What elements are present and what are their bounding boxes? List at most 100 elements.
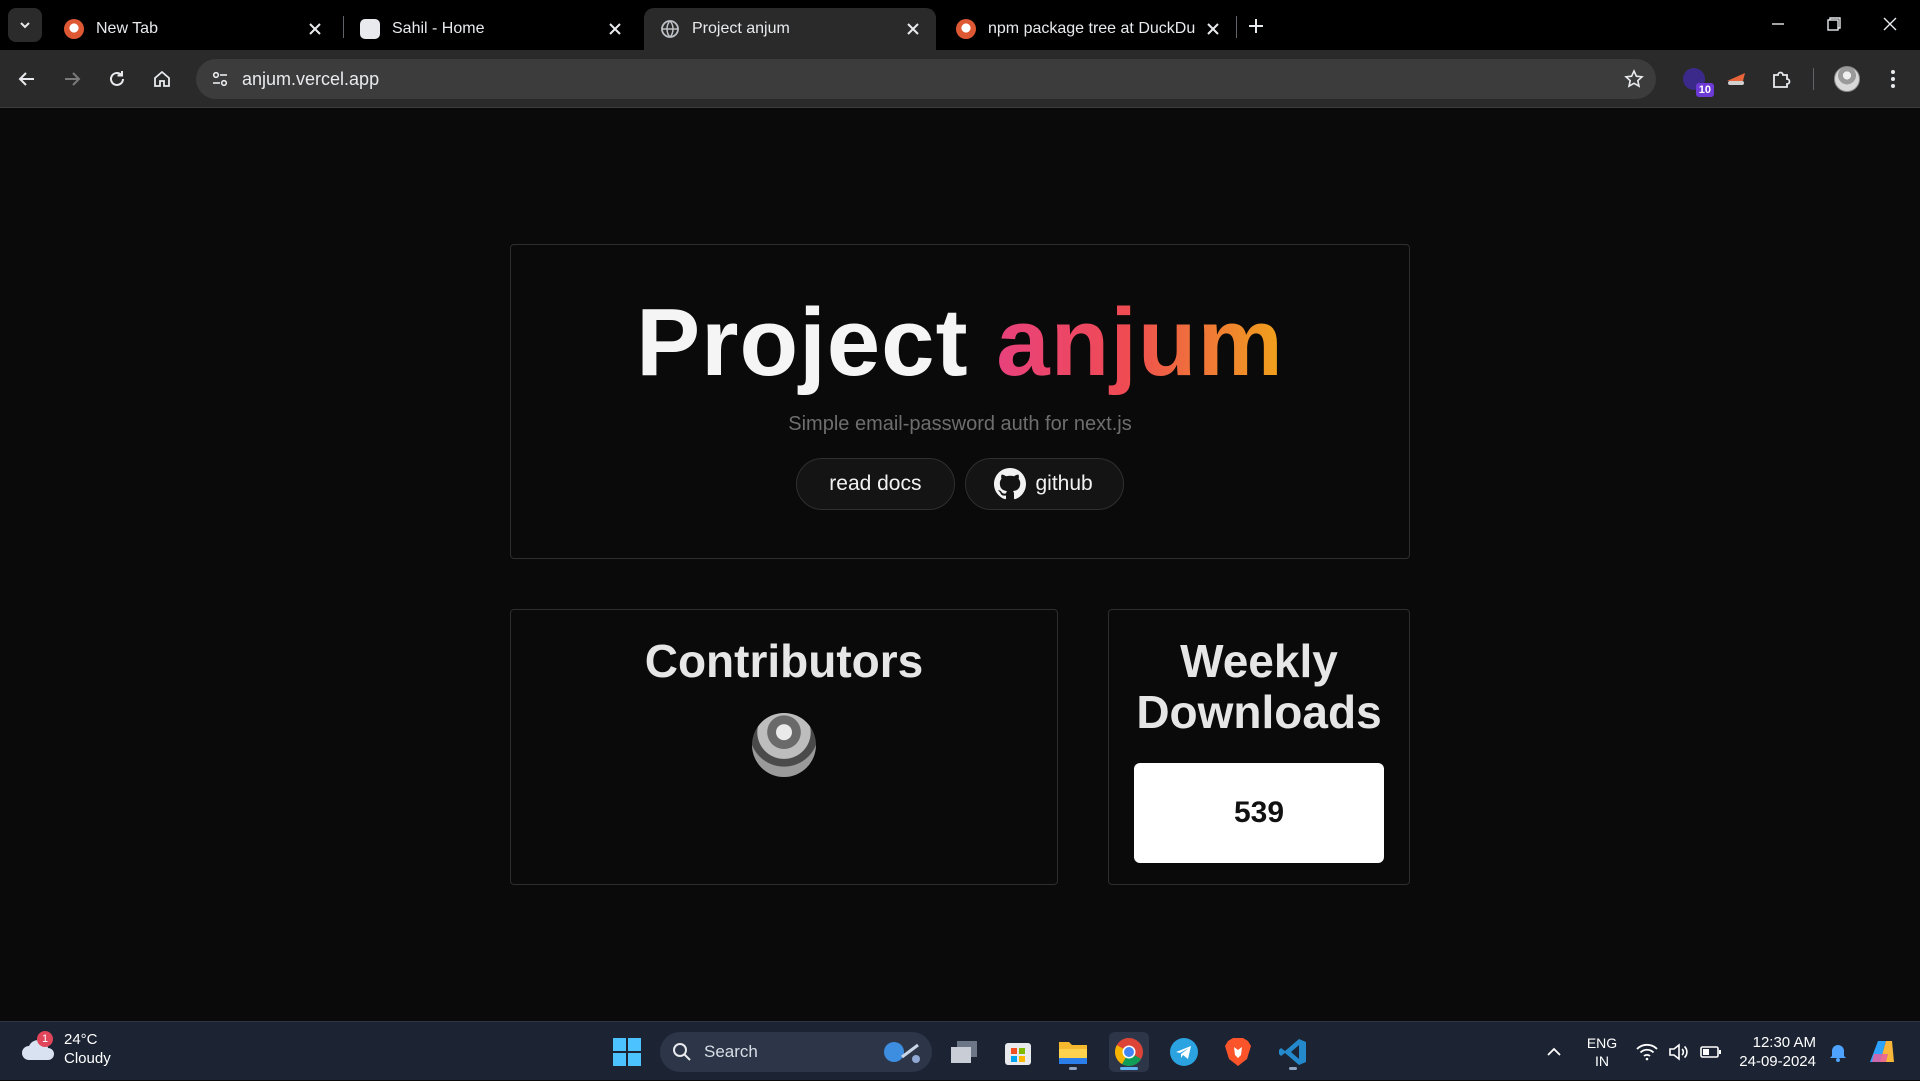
page-title: Project anjum bbox=[511, 295, 1409, 391]
taskbar-brave[interactable] bbox=[1218, 1032, 1258, 1072]
search-highlight-icon bbox=[884, 1042, 920, 1063]
tab-new-tab[interactable]: New Tab bbox=[48, 8, 338, 50]
close-icon[interactable] bbox=[606, 20, 624, 38]
browser-toolbar: anjum.vercel.app 10 bbox=[0, 50, 1920, 108]
lang-line2: IN bbox=[1595, 1052, 1609, 1069]
input-language-indicator[interactable]: ENG IN bbox=[1584, 1022, 1620, 1081]
notifications-button[interactable] bbox=[1826, 1022, 1850, 1081]
back-button[interactable] bbox=[9, 61, 45, 97]
close-icon[interactable] bbox=[306, 20, 324, 38]
taskbar-telegram[interactable] bbox=[1164, 1032, 1204, 1072]
taskbar-file-explorer[interactable] bbox=[1053, 1032, 1093, 1072]
github-icon bbox=[993, 468, 1026, 500]
tab-npm-package-tree[interactable]: npm package tree at DuckDuckGo bbox=[940, 8, 1236, 50]
browser-menu-button[interactable] bbox=[1877, 63, 1909, 95]
plus-icon bbox=[1249, 19, 1263, 33]
duckduckgo-icon bbox=[956, 19, 976, 39]
arrow-left-icon bbox=[18, 72, 34, 86]
close-icon[interactable] bbox=[904, 20, 922, 38]
show-hidden-icons-button[interactable] bbox=[1540, 1022, 1568, 1081]
new-tab-button[interactable] bbox=[1240, 12, 1272, 40]
minimize-button[interactable] bbox=[1750, 0, 1806, 48]
taskbar-task-view[interactable] bbox=[944, 1032, 984, 1072]
arrow-right-icon bbox=[65, 72, 81, 86]
extensions-menu-button[interactable] bbox=[1765, 63, 1797, 95]
page-content: Project anjum Simple email-password auth… bbox=[0, 109, 1920, 1021]
tab-search-button[interactable] bbox=[8, 8, 42, 42]
copilot-icon bbox=[1870, 1040, 1894, 1062]
close-icon bbox=[1883, 17, 1897, 31]
tab-sahil-home[interactable]: Sahil - Home bbox=[344, 8, 638, 50]
taskbar-vscode[interactable] bbox=[1273, 1032, 1313, 1072]
weather-condition: Cloudy bbox=[64, 1050, 111, 1067]
restore-icon bbox=[1827, 17, 1841, 31]
weather-badge: 1 bbox=[37, 1031, 53, 1047]
vscode-icon bbox=[1279, 1039, 1306, 1065]
taskbar-chrome[interactable] bbox=[1109, 1032, 1149, 1072]
brave-icon bbox=[1225, 1038, 1251, 1066]
read-docs-button[interactable]: read docs bbox=[796, 458, 955, 510]
downloads-count-box: 539 bbox=[1134, 763, 1384, 864]
taskbar-microsoft-store[interactable] bbox=[998, 1032, 1038, 1072]
copilot-button[interactable] bbox=[1864, 1022, 1900, 1081]
home-icon bbox=[154, 70, 170, 87]
contributors-card: Contributors bbox=[510, 609, 1058, 885]
chevron-up-icon bbox=[1547, 1047, 1561, 1056]
running-indicator bbox=[1069, 1067, 1077, 1070]
clock-date: 24-09-2024 bbox=[1739, 1052, 1816, 1070]
volume-icon bbox=[1669, 1042, 1688, 1061]
profile-button[interactable] bbox=[1831, 63, 1863, 95]
file-explorer-icon bbox=[1059, 1042, 1087, 1064]
github-button[interactable]: github bbox=[964, 458, 1124, 510]
restore-button[interactable] bbox=[1806, 0, 1862, 48]
taskbar: 1 24°C Cloudy Search ENG IN 12:30 AM 24-… bbox=[0, 1021, 1920, 1080]
minimize-icon bbox=[1772, 23, 1784, 25]
globe-icon bbox=[660, 19, 680, 39]
reload-button[interactable] bbox=[99, 61, 135, 97]
contributors-heading: Contributors bbox=[644, 635, 924, 687]
hero-buttons: read docs github bbox=[511, 458, 1409, 510]
address-bar[interactable]: anjum.vercel.app bbox=[196, 59, 1656, 99]
read-docs-label: read docs bbox=[829, 472, 922, 495]
weather-widget[interactable]: 1 24°C Cloudy bbox=[20, 1030, 111, 1068]
hero-card: Project anjum Simple email-password auth… bbox=[510, 244, 1410, 559]
tab-strip: New Tab Sahil - Home Project anjum npm p… bbox=[0, 0, 1920, 50]
site-info-icon[interactable] bbox=[200, 59, 240, 99]
bookmark-star-icon[interactable] bbox=[1622, 67, 1646, 91]
start-button[interactable] bbox=[607, 1032, 647, 1072]
toolbar-separator bbox=[1813, 68, 1814, 90]
url-text[interactable]: anjum.vercel.app bbox=[242, 69, 379, 90]
tab-separator bbox=[1236, 16, 1237, 38]
microsoft-store-icon bbox=[1005, 1043, 1031, 1065]
profile-avatar bbox=[1834, 66, 1860, 92]
page-subtitle: Simple email-password auth for next.js bbox=[788, 413, 1132, 435]
extension-button[interactable] bbox=[1720, 63, 1752, 95]
tab-title: New Tab bbox=[96, 20, 158, 37]
github-label: github bbox=[1035, 472, 1093, 495]
cloud-icon: 1 bbox=[20, 1031, 56, 1064]
close-icon[interactable] bbox=[1204, 20, 1222, 38]
clock[interactable]: 12:30 AM 24-09-2024 bbox=[1736, 1022, 1816, 1081]
weekly-downloads-card: Weekly Downloads 539 bbox=[1108, 609, 1410, 885]
extension-badge: 10 bbox=[1695, 83, 1714, 97]
tab-project-anjum[interactable]: Project anjum bbox=[644, 8, 936, 50]
close-window-button[interactable] bbox=[1862, 0, 1918, 48]
telegram-icon bbox=[1170, 1038, 1198, 1066]
downloads-count: 539 bbox=[1233, 796, 1285, 830]
page-icon bbox=[360, 19, 380, 39]
search-icon bbox=[673, 1043, 691, 1061]
quick-settings-button[interactable] bbox=[1636, 1022, 1722, 1081]
contributor-avatar[interactable] bbox=[752, 712, 816, 777]
extension-orange-icon bbox=[1727, 73, 1745, 85]
forward-button[interactable] bbox=[54, 61, 90, 97]
running-indicator bbox=[1120, 1067, 1138, 1070]
battery-icon bbox=[1700, 1045, 1721, 1058]
home-button[interactable] bbox=[144, 61, 180, 97]
clock-time: 12:30 AM bbox=[1752, 1033, 1816, 1051]
search-label: Search bbox=[704, 1042, 758, 1061]
puzzle-icon bbox=[1773, 71, 1791, 88]
taskbar-search[interactable]: Search bbox=[660, 1032, 932, 1072]
extension-button[interactable]: 10 bbox=[1678, 63, 1714, 97]
chevron-down-icon bbox=[20, 22, 30, 29]
downloads-heading-line1: Weekly bbox=[1180, 635, 1338, 687]
